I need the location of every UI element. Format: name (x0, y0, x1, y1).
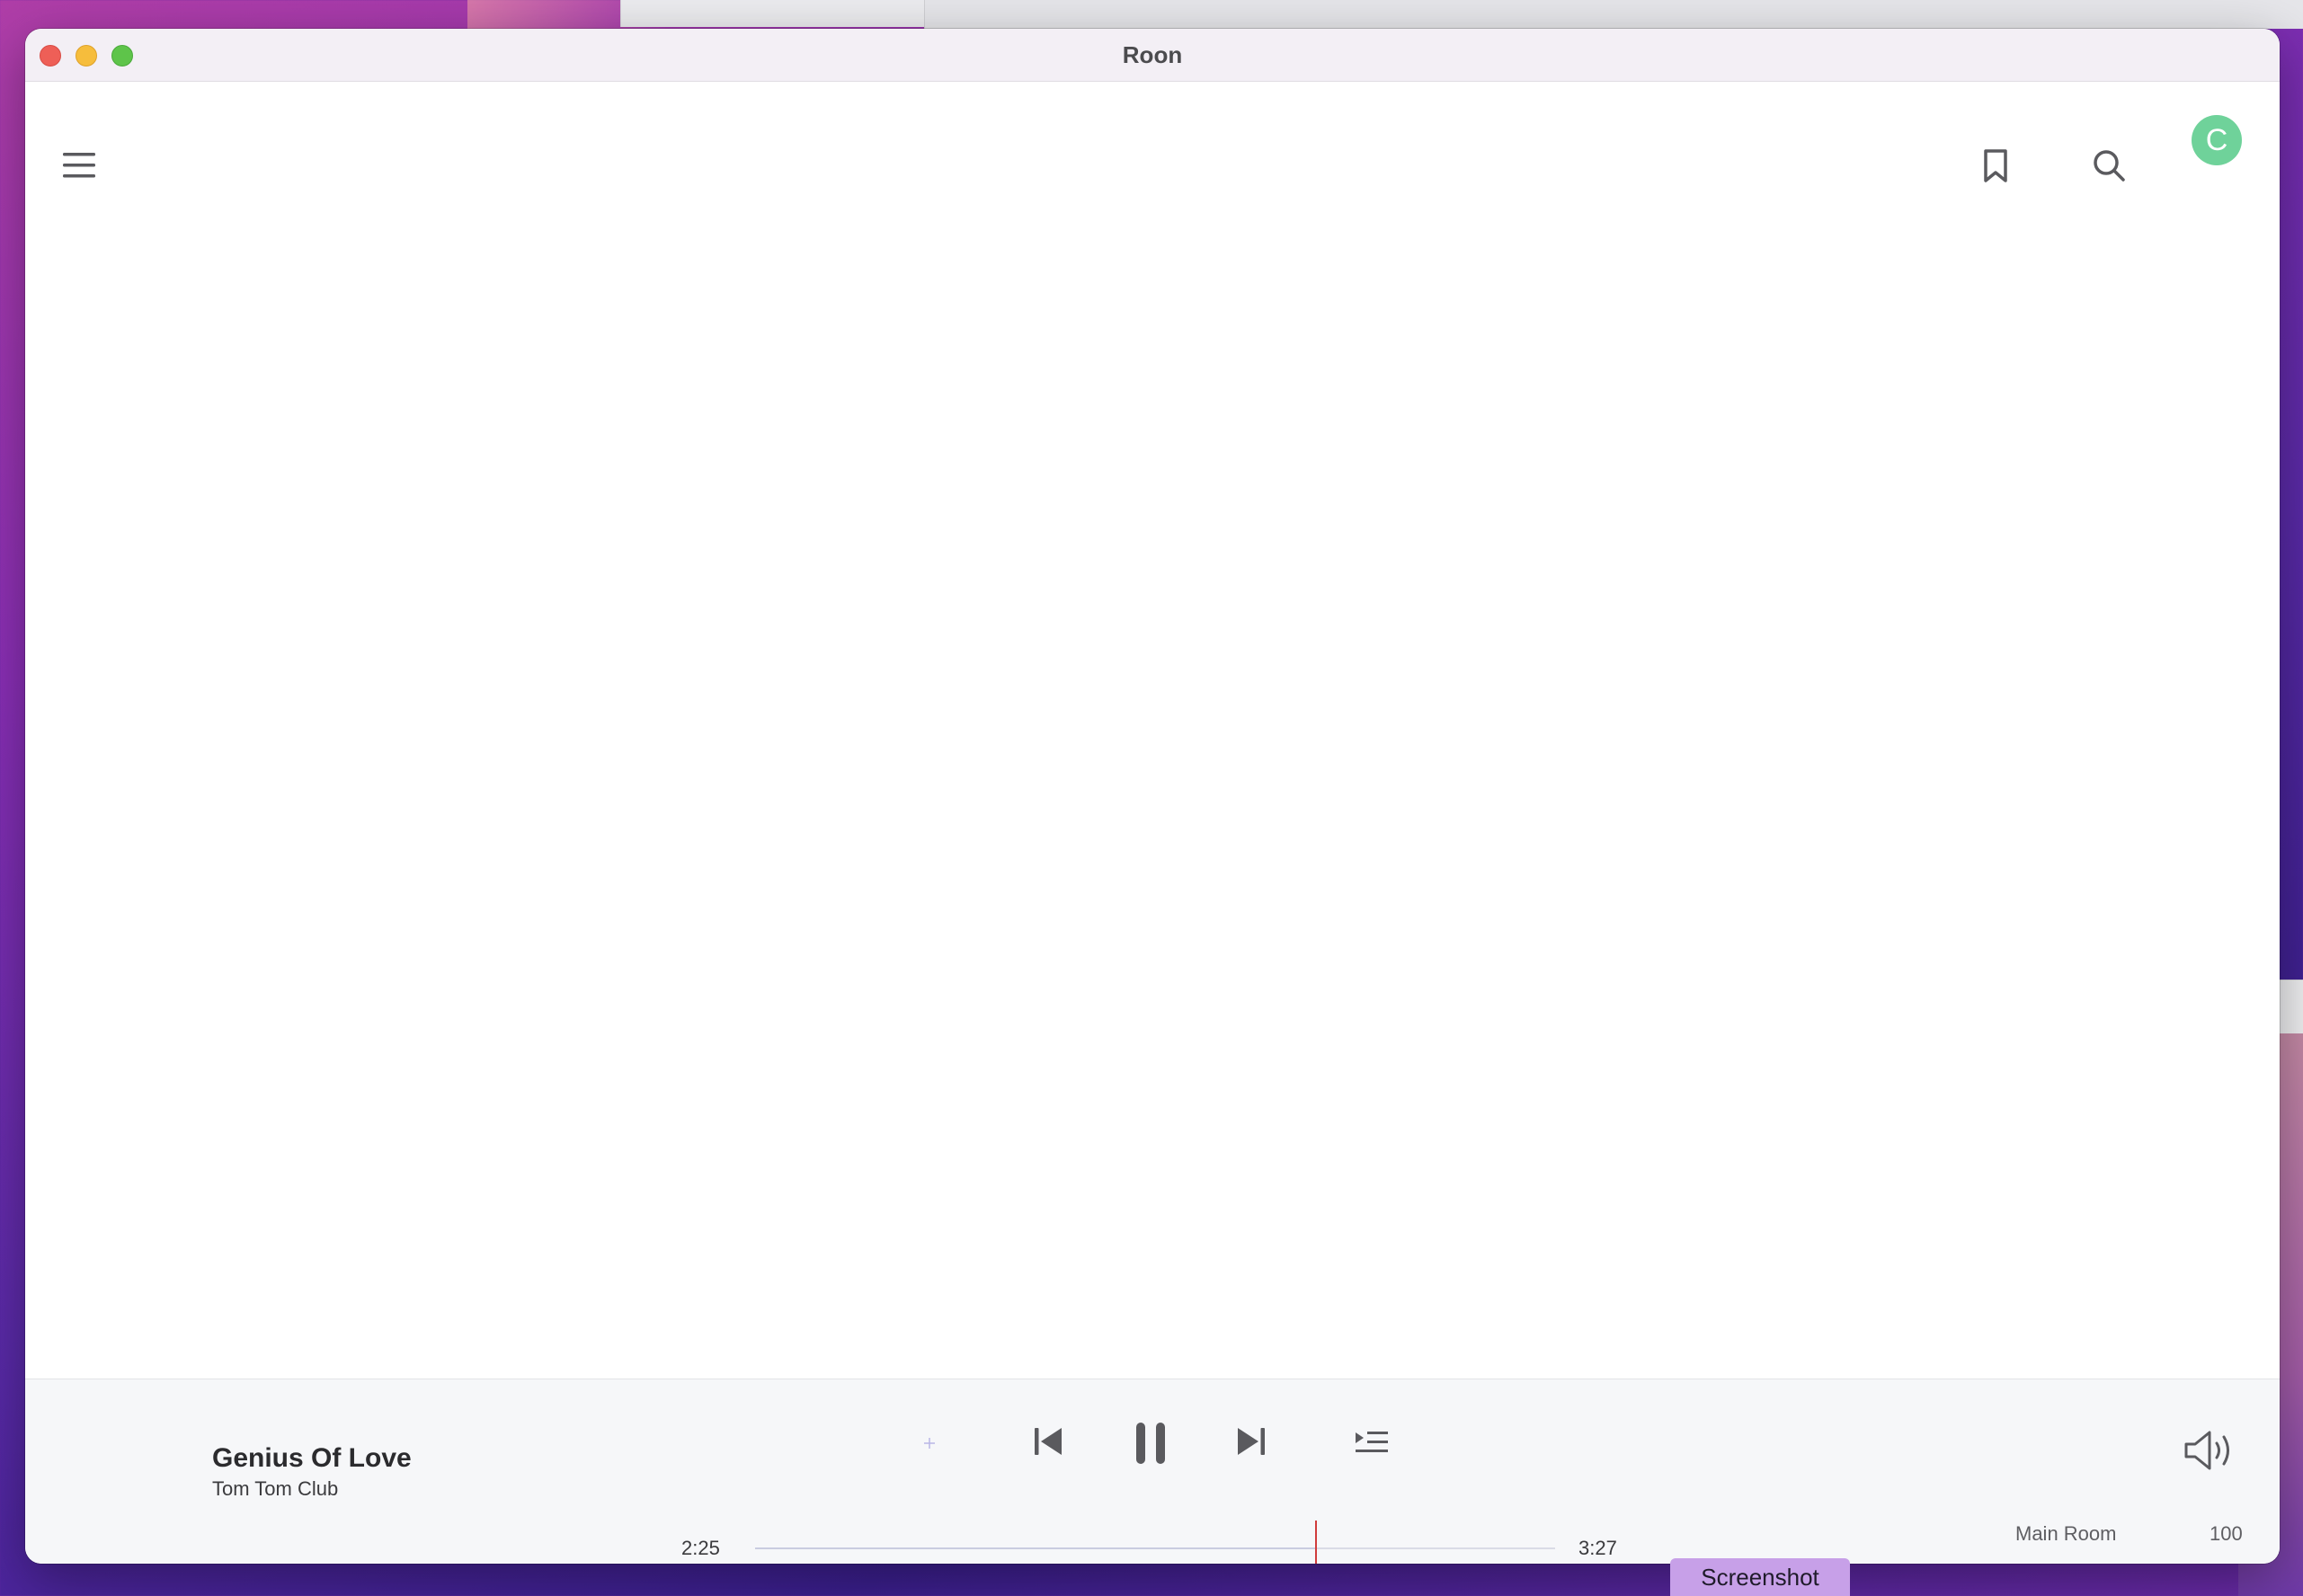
radio-sparkle-button[interactable] (917, 1431, 942, 1456)
seek-bar[interactable] (755, 1521, 1555, 1564)
window-title: Roon (1122, 41, 1183, 68)
search-button[interactable] (2089, 146, 2129, 185)
screenshot-tooltip-label: Screenshot (1701, 1563, 1819, 1591)
main-content-area (25, 189, 2280, 1405)
zone-name[interactable]: Main Room (2015, 1522, 2116, 1546)
bookmarks-button[interactable] (1978, 147, 2014, 185)
roon-app-window: Roon C Genius Of Love Tom Tom Club 2:25 … (25, 29, 2280, 1564)
pause-button[interactable] (1127, 1418, 1174, 1468)
track-artist[interactable]: Tom Tom Club (212, 1477, 338, 1501)
menu-button[interactable] (61, 147, 97, 183)
volume-button[interactable] (2181, 1425, 2240, 1476)
queue-icon (1355, 1429, 1389, 1454)
track-duration: 3:27 (1578, 1537, 1617, 1559)
skip-next-icon (1236, 1425, 1267, 1458)
seek-bar-playhead[interactable] (1315, 1521, 1317, 1564)
next-track-button[interactable] (1232, 1422, 1271, 1461)
bookmark-icon (1981, 148, 2010, 184)
volume-level: 100 (2210, 1522, 2243, 1545)
background-window-edge (2280, 980, 2303, 1034)
sparkle-icon (923, 1437, 936, 1450)
pause-icon (1133, 1421, 1169, 1466)
seek-bar-fill (755, 1547, 1315, 1549)
window-titlebar[interactable]: Roon (25, 29, 2280, 82)
previous-track-button[interactable] (1028, 1422, 1068, 1461)
speaker-volume-icon (2183, 1428, 2238, 1473)
track-title[interactable]: Genius Of Love (212, 1443, 412, 1474)
background-window-secondary (924, 0, 2303, 29)
queue-button[interactable] (1352, 1423, 1392, 1459)
hamburger-menu-icon (61, 147, 97, 183)
avatar-initial: C (2205, 122, 2228, 157)
screenshot-tooltip: Screenshot (1670, 1558, 1850, 1596)
search-icon (2091, 147, 2127, 183)
user-avatar[interactable]: C (2192, 115, 2242, 165)
skip-previous-icon (1033, 1425, 1063, 1458)
elapsed-time: 2:25 (681, 1537, 720, 1559)
